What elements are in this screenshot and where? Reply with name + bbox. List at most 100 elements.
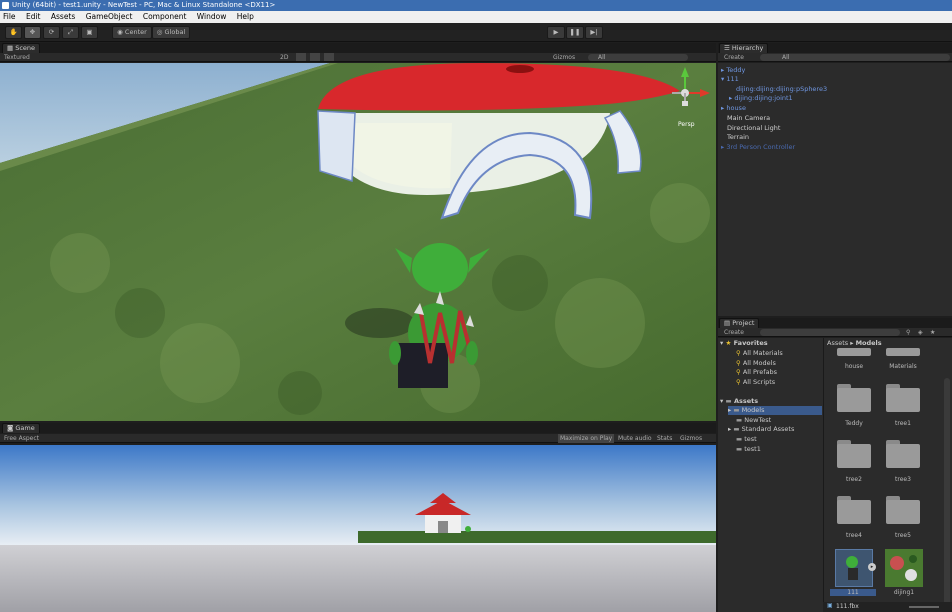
grid-folder-tree4[interactable] [837,496,871,524]
hierarchy-search-input[interactable]: All [760,54,950,61]
hierarchy-item-111[interactable]: ▾ 111 [721,75,739,84]
search-icon: ⚲ [736,349,743,357]
game-gizmos-dropdown[interactable]: Gizmos [680,434,702,443]
audio-icon[interactable] [310,53,320,61]
maximize-on-play-toggle[interactable]: Maximize on Play [558,434,615,443]
project-asset-grid: Assets ▸ Models house Materials Teddy tr… [823,338,952,612]
pause-button[interactable]: ❚❚ [566,26,584,39]
grid-label-tree2: tree2 [846,476,862,483]
hierarchy-tabbar: ☰ Hierarchy [718,43,952,53]
favorite-star-icon[interactable]: ★ [930,328,935,337]
hand-tool-button[interactable]: ✋ [5,26,22,39]
rotate-tool-button[interactable]: ⟳ [43,26,60,39]
hierarchy-item-label: Teddy [726,66,746,74]
breadcrumb-models[interactable]: Models [856,339,882,347]
hierarchy-item-3rd-person-controller[interactable]: ▸ 3rd Person Controller [721,143,795,152]
global-toggle[interactable]: ◎ Global [152,26,190,39]
grid-folder-tree3[interactable] [886,440,920,468]
asset-folder-standard-assets[interactable]: ▸ ▬ Standard Assets [728,425,794,434]
stats-toggle[interactable]: Stats [657,434,672,443]
asset-folder-models[interactable]: ▸ ▬ Models [728,406,822,415]
favorite-label: All Prefabs [742,368,778,376]
favorites-star-icon: ★ [725,339,734,347]
grid-label-house: house [844,363,864,370]
grid-label-111: 111 [830,589,876,596]
hierarchy-item-house[interactable]: ▸ house [721,104,746,113]
main-toolbar: ✋ ✥ ⟳ ⤢ ▣ ◉ Center ◎ Global ▶ ❚❚ ▶| [0,23,952,42]
asset-folder-newtest[interactable]: ▬ NewTest [736,416,771,425]
project-create-dropdown[interactable]: Create [724,328,744,337]
asset-grid-scrollbar[interactable] [944,378,950,608]
tab-scene[interactable]: ▦ Scene [2,43,41,53]
folder-icon: ▬ [736,416,745,424]
project-search-input[interactable] [760,329,900,336]
menu-file[interactable]: File [3,12,16,21]
asset-folder-test[interactable]: ▬ test [736,435,757,444]
effects-icon[interactable] [324,53,334,61]
hierarchy-item-joint1[interactable]: ▸ dijing:dijing:joint1 [729,94,793,103]
menu-assets[interactable]: Assets [51,12,75,21]
hierarchy-create-dropdown[interactable]: Create [724,53,744,62]
grid-folder-tree1[interactable] [886,384,920,412]
hierarchy-item-psphere3[interactable]: dijing:dijing:dijing:pSphere3 [736,85,827,94]
tab-hierarchy[interactable]: ☰ Hierarchy [719,43,769,53]
favorite-all-scripts[interactable]: ⚲ All Scripts [736,378,775,387]
grid-label-tree1: tree1 [895,420,911,427]
favorite-all-models[interactable]: ⚲ All Models [736,359,776,368]
breadcrumb-assets[interactable]: Assets [827,339,848,347]
thumbnail-size-slider[interactable] [909,606,939,608]
favorites-header[interactable]: ▾ ★ Favorites [720,339,768,348]
favorite-all-prefabs[interactable]: ⚲ All Prefabs [736,368,777,377]
shading-mode-dropdown[interactable]: Textured [4,53,30,62]
scale-tool-button[interactable]: ⤢ [62,26,79,39]
folder-label: Standard Assets [741,425,795,433]
step-button[interactable]: ▶| [585,26,603,39]
hierarchy-item-main-camera[interactable]: Main Camera [727,114,770,123]
folder-label: test [744,435,757,443]
aspect-dropdown[interactable]: Free Aspect [4,434,39,443]
hierarchy-item-directional-light[interactable]: Directional Light [727,124,780,133]
persp-label[interactable]: Persp [678,121,695,128]
menu-window[interactable]: Window [197,12,227,21]
lighting-icon[interactable] [296,53,306,61]
mode-2d-toggle[interactable]: 2D [280,53,288,62]
tab-game[interactable]: ◙ Game [2,423,40,433]
game-viewport[interactable] [0,445,716,612]
hierarchy-item-terrain[interactable]: Terrain [727,133,749,142]
folder-label: test1 [744,445,761,453]
scene-tab-label: Scene [15,44,36,52]
hierarchy-item-teddy[interactable]: ▸ Teddy [721,66,745,75]
grid-folder-materials[interactable] [886,348,920,356]
step-icon: ▶| [590,28,598,36]
menu-gameobject[interactable]: GameObject [86,12,133,21]
favorite-label: All Models [742,359,776,367]
scene-search-input[interactable]: All [588,54,688,61]
grid-label-materials: Materials [889,363,917,370]
grid-texture-dijing1[interactable] [885,549,923,587]
expand-model-icon[interactable]: ▸ [868,563,876,571]
search-filter-icon[interactable]: ⚲ [906,328,910,337]
grid-folder-house[interactable] [837,348,871,356]
mute-audio-toggle[interactable]: Mute audio [618,434,652,443]
scene-viewport[interactable]: Persp [0,63,716,421]
menu-component[interactable]: Component [143,12,187,21]
hierarchy-tab-icon: ☰ [724,44,732,52]
favorite-all-materials[interactable]: ⚲ All Materials [736,349,783,358]
assets-header[interactable]: ▾ ▬ Assets [720,397,758,406]
label-filter-icon[interactable]: ◈ [918,328,923,337]
pivot-center-toggle[interactable]: ◉ Center [112,26,152,39]
rect-tool-button[interactable]: ▣ [81,26,98,39]
global-icon: ◎ [156,28,165,36]
menu-help[interactable]: Help [237,12,254,21]
grid-folder-tree2[interactable] [837,440,871,468]
window-titlebar: Unity (64bit) - test1.unity - NewTest - … [0,0,952,11]
play-button[interactable]: ▶ [547,26,565,39]
folder-icon: ▬ [733,406,742,414]
menu-edit[interactable]: Edit [26,12,41,21]
scene-gizmos-dropdown[interactable]: Gizmos [553,53,575,62]
move-tool-button[interactable]: ✥ [24,26,41,39]
tab-project[interactable]: ▤ Project [719,318,760,328]
grid-folder-teddy[interactable] [837,384,871,412]
grid-folder-tree5[interactable] [886,496,920,524]
asset-folder-test1[interactable]: ▬ test1 [736,445,761,454]
